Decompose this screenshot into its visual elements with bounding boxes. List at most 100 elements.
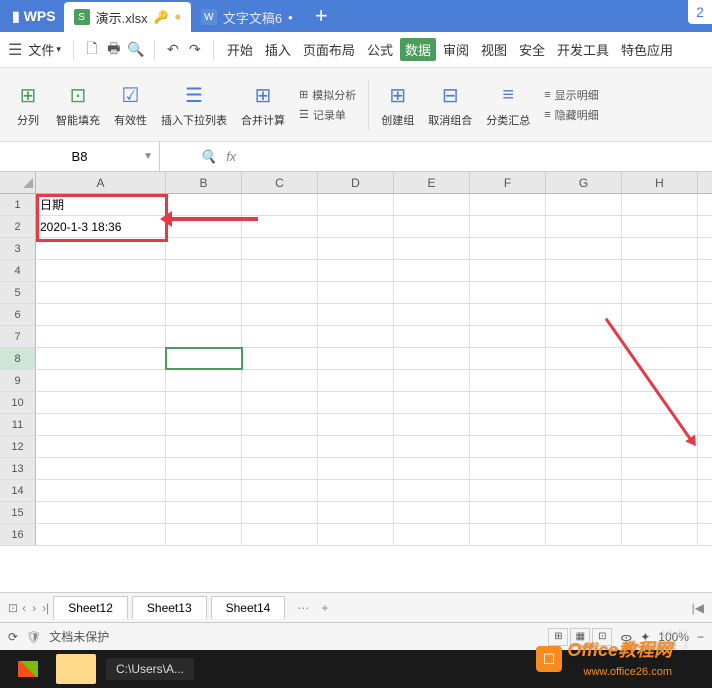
cell-G11[interactable] [546, 414, 622, 435]
cell-F10[interactable] [470, 392, 546, 413]
cell-C4[interactable] [242, 260, 318, 281]
cell-A1[interactable]: 日期 [36, 194, 166, 215]
cell-B12[interactable] [166, 436, 242, 457]
cell-E8[interactable] [394, 348, 470, 369]
cell-F1[interactable] [470, 194, 546, 215]
cell-A5[interactable] [36, 282, 166, 303]
ribbon-ungroup[interactable]: ⊟取消组合 [422, 82, 478, 128]
cell-F11[interactable] [470, 414, 546, 435]
cell-G15[interactable] [546, 502, 622, 523]
more-sheets-icon[interactable]: ⋯ [289, 601, 317, 615]
cell-D4[interactable] [318, 260, 394, 281]
cell-C8[interactable] [242, 348, 318, 369]
ribbon-hidedetail[interactable]: ≡隐藏明细 [544, 107, 598, 123]
cell-D7[interactable] [318, 326, 394, 347]
cell-E5[interactable] [394, 282, 470, 303]
col-header-A[interactable]: A [36, 172, 166, 193]
sheet-tab-1[interactable]: Sheet12 [53, 596, 128, 619]
cell-B16[interactable] [166, 524, 242, 545]
col-header-D[interactable]: D [318, 172, 394, 193]
name-box[interactable]: B8 ▼ [0, 142, 160, 171]
cell-D6[interactable] [318, 304, 394, 325]
cell-C14[interactable] [242, 480, 318, 501]
cell-D13[interactable] [318, 458, 394, 479]
ribbon-subtotal[interactable]: ≡分类汇总 [480, 82, 536, 128]
row-header[interactable]: 15 [0, 502, 36, 523]
cell-B14[interactable] [166, 480, 242, 501]
cell-H16[interactable] [622, 524, 698, 545]
row-header[interactable]: 4 [0, 260, 36, 281]
nav-next-icon[interactable]: › [32, 601, 36, 615]
formula-input-area[interactable]: 🔍 fx [160, 149, 276, 165]
row-header[interactable]: 11 [0, 414, 36, 435]
cell-H3[interactable] [622, 238, 698, 259]
taskbar-item[interactable]: C:\Users\A... [106, 658, 194, 680]
row-header[interactable]: 1 [0, 194, 36, 215]
cell-F3[interactable] [470, 238, 546, 259]
cell-D12[interactable] [318, 436, 394, 457]
cell-D2[interactable] [318, 216, 394, 237]
ribbon-consolidate[interactable]: ⊞合并计算 [235, 82, 291, 128]
cell-E16[interactable] [394, 524, 470, 545]
nav-last-icon[interactable]: ›| [42, 601, 49, 615]
redo-icon[interactable]: ↷ [185, 40, 205, 60]
file-menu[interactable]: 文件▾ [24, 38, 65, 61]
cell-A15[interactable] [36, 502, 166, 523]
cell-F2[interactable] [470, 216, 546, 237]
document-tab-1[interactable]: S 演示.xlsx 🔑 • [64, 2, 191, 32]
cell-C9[interactable] [242, 370, 318, 391]
row-header[interactable]: 12 [0, 436, 36, 457]
cell-A3[interactable] [36, 238, 166, 259]
hamburger-icon[interactable]: ☰ [8, 40, 22, 60]
cell-D1[interactable] [318, 194, 394, 215]
cell-C11[interactable] [242, 414, 318, 435]
cell-D15[interactable] [318, 502, 394, 523]
cell-E6[interactable] [394, 304, 470, 325]
cell-F12[interactable] [470, 436, 546, 457]
undo-icon[interactable]: ↶ [163, 40, 183, 60]
cell-A9[interactable] [36, 370, 166, 391]
menu-pagelayout[interactable]: 页面布局 [298, 38, 360, 61]
cell-A2[interactable]: 2020-1-3 18:36 [36, 216, 166, 237]
row-header[interactable]: 13 [0, 458, 36, 479]
cell-F13[interactable] [470, 458, 546, 479]
cell-B5[interactable] [166, 282, 242, 303]
row-header[interactable]: 10 [0, 392, 36, 413]
wps-logo[interactable]: ▮ WPS [4, 8, 64, 25]
cell-A6[interactable] [36, 304, 166, 325]
cell-H2[interactable] [622, 216, 698, 237]
menu-view[interactable]: 视图 [476, 38, 512, 61]
cell-F9[interactable] [470, 370, 546, 391]
cell-D16[interactable] [318, 524, 394, 545]
menu-data[interactable]: 数据 [400, 38, 436, 61]
row-header[interactable]: 7 [0, 326, 36, 347]
select-all-corner[interactable] [0, 172, 36, 193]
settings-icon[interactable]: ⊡ [8, 601, 18, 615]
col-header-H[interactable]: H [622, 172, 698, 193]
cell-E4[interactable] [394, 260, 470, 281]
cell-A7[interactable] [36, 326, 166, 347]
cell-H5[interactable] [622, 282, 698, 303]
cell-E9[interactable] [394, 370, 470, 391]
cell-G2[interactable] [546, 216, 622, 237]
ribbon-validity[interactable]: ☑有效性 [108, 82, 153, 128]
row-header[interactable]: 14 [0, 480, 36, 501]
cell-A14[interactable] [36, 480, 166, 501]
ribbon-dropdown[interactable]: ☰插入下拉列表 [155, 82, 233, 128]
cell-E2[interactable] [394, 216, 470, 237]
cell-C5[interactable] [242, 282, 318, 303]
document-tab-2[interactable]: W 文字文稿6 • [191, 2, 303, 32]
cell-F8[interactable] [470, 348, 546, 369]
save-icon[interactable]: 🗋 [82, 40, 102, 60]
cell-C10[interactable] [242, 392, 318, 413]
col-header-E[interactable]: E [394, 172, 470, 193]
ribbon-whatif[interactable]: ⊞模拟分析 [299, 87, 356, 103]
cell-E14[interactable] [394, 480, 470, 501]
ribbon-smartfill[interactable]: ⊡智能填充 [50, 82, 106, 128]
cell-E10[interactable] [394, 392, 470, 413]
cell-H13[interactable] [622, 458, 698, 479]
cell-E11[interactable] [394, 414, 470, 435]
cell-E7[interactable] [394, 326, 470, 347]
menu-formula[interactable]: 公式 [362, 38, 398, 61]
print-icon[interactable]: 🖶 [104, 40, 124, 60]
